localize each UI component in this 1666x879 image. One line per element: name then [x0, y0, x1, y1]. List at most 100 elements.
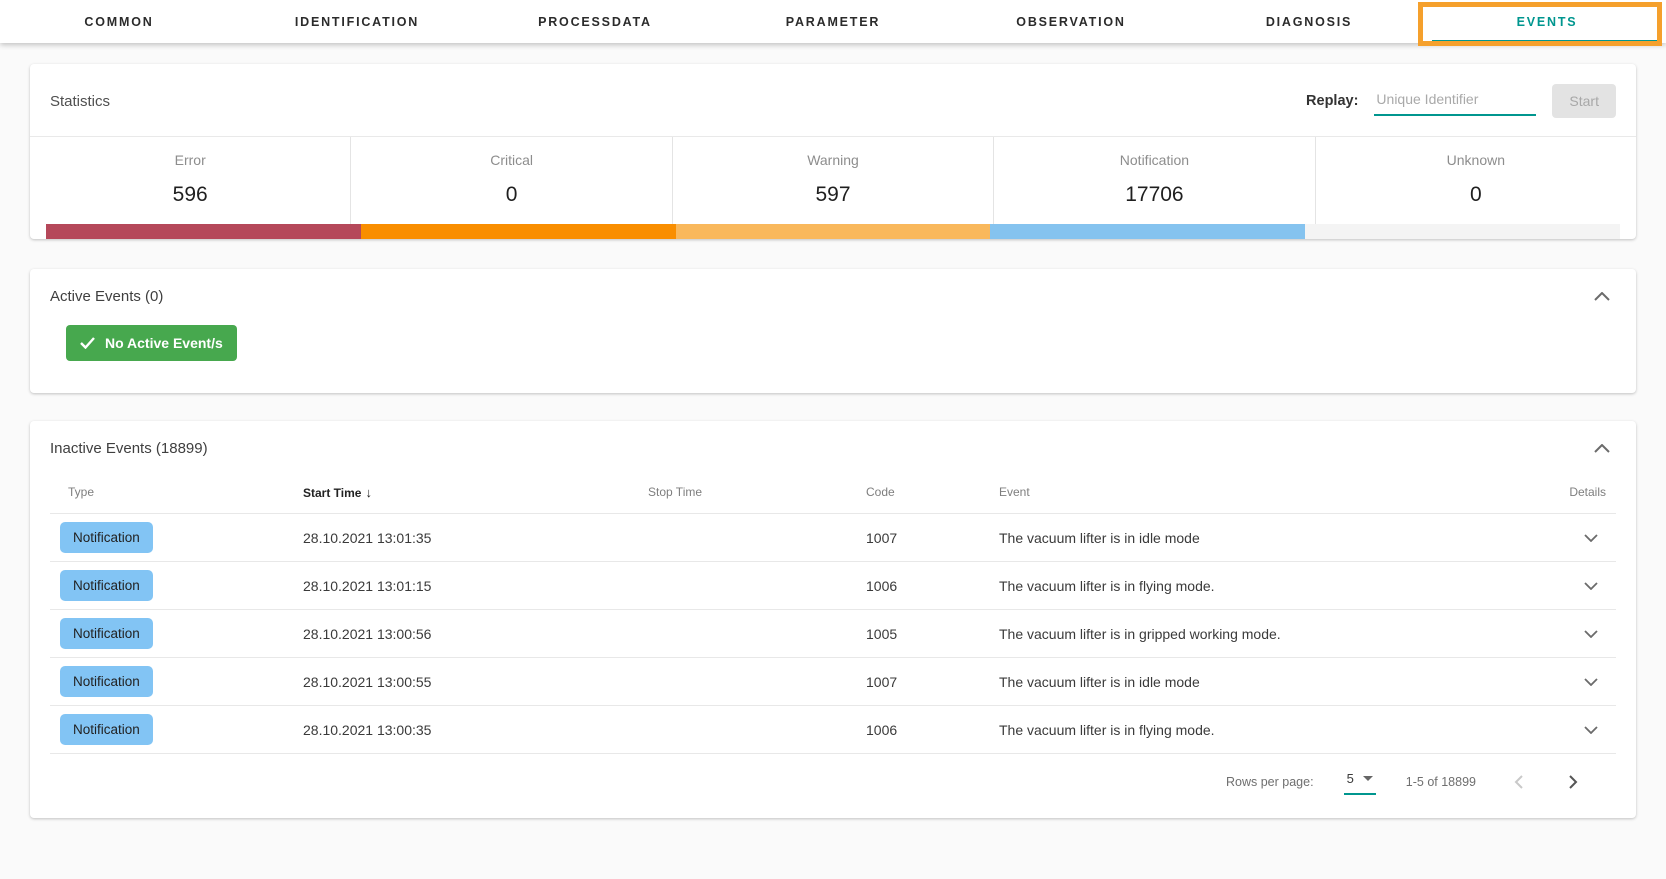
code-cell: 1007 [848, 530, 981, 546]
tab-bar: COMMON IDENTIFICATION PROCESSDATA PARAME… [0, 0, 1666, 43]
event-cell: The vacuum lifter is in flying mode. [981, 722, 1520, 738]
column-header-code[interactable]: Code [848, 485, 981, 499]
tab-processdata[interactable]: PROCESSDATA [476, 0, 714, 43]
code-cell: 1006 [848, 722, 981, 738]
tab-label: COMMON [84, 15, 153, 29]
details-chevron-down-icon[interactable] [1576, 722, 1606, 738]
statistics-title: Statistics [50, 93, 110, 110]
details-chevron-down-icon[interactable] [1576, 530, 1606, 546]
severity-segment-unknown [1305, 224, 1620, 239]
table-pagination: Rows per page: 5 1-5 of 18899 [50, 753, 1616, 812]
details-chevron-down-icon[interactable] [1576, 626, 1606, 642]
active-events-title: Active Events (0) [50, 288, 163, 305]
column-header-stop-time[interactable]: Stop Time [630, 485, 848, 499]
stat-value: 597 [815, 183, 850, 206]
tab-label: DIAGNOSIS [1266, 15, 1352, 29]
stat-value: 0 [1470, 183, 1482, 206]
event-cell: The vacuum lifter is in flying mode. [981, 578, 1520, 594]
table-row: Notification 28.10.2021 13:00:55 1007 Th… [50, 657, 1616, 705]
tab-events[interactable]: EVENTS [1428, 0, 1666, 43]
stat-label: Unknown [1316, 152, 1636, 168]
tab-diagnosis[interactable]: DIAGNOSIS [1190, 0, 1428, 43]
severity-segment-error [46, 224, 361, 239]
details-chevron-down-icon[interactable] [1576, 578, 1606, 594]
severity-segment-warning [676, 224, 991, 239]
column-header-start-time[interactable]: Start Time↓ [285, 485, 630, 500]
no-active-events-label: No Active Event/s [105, 335, 223, 351]
check-icon [80, 337, 95, 349]
stat-error: Error 596 [30, 137, 350, 224]
severity-segment-notification [990, 224, 1305, 239]
rows-per-page-value: 5 [1347, 771, 1354, 786]
replay-identifier-input[interactable] [1374, 87, 1536, 116]
collapse-chevron-up-icon[interactable] [1588, 440, 1616, 457]
statistics-panel: Statistics Replay: Start Error 596 Criti… [30, 64, 1636, 239]
rows-per-page-select[interactable]: 5 [1344, 769, 1376, 795]
stat-value: 596 [173, 183, 208, 206]
severity-segment-critical [361, 224, 676, 239]
event-cell: The vacuum lifter is in idle mode [981, 674, 1520, 690]
table-row: Notification 28.10.2021 13:01:15 1006 Th… [50, 561, 1616, 609]
replay-start-button[interactable]: Start [1552, 84, 1616, 118]
previous-page-button[interactable] [1506, 771, 1531, 793]
tab-label: IDENTIFICATION [295, 15, 419, 29]
stat-value: 17706 [1125, 183, 1183, 206]
collapse-chevron-up-icon[interactable] [1588, 288, 1616, 305]
type-badge: Notification [60, 570, 153, 601]
start-time-cell: 28.10.2021 13:01:15 [285, 578, 630, 594]
tab-label: PARAMETER [786, 15, 880, 29]
type-badge: Notification [60, 714, 153, 745]
stat-label: Error [30, 152, 350, 168]
code-cell: 1005 [848, 626, 981, 642]
column-header-details: Details [1520, 485, 1616, 499]
details-chevron-down-icon[interactable] [1576, 674, 1606, 690]
inactive-events-panel: Inactive Events (18899) Type Start Time↓… [30, 421, 1636, 818]
start-time-cell: 28.10.2021 13:01:35 [285, 530, 630, 546]
replay-controls: Replay: Start [1306, 84, 1616, 118]
start-time-cell: 28.10.2021 13:00:56 [285, 626, 630, 642]
inactive-events-title: Inactive Events (18899) [50, 440, 208, 457]
table-row: Notification 28.10.2021 13:01:35 1007 Th… [50, 513, 1616, 561]
tab-label: EVENTS [1517, 15, 1578, 29]
tab-label: OBSERVATION [1016, 15, 1125, 29]
severity-color-bar [46, 224, 1620, 239]
start-time-cell: 28.10.2021 13:00:55 [285, 674, 630, 690]
statistics-counters: Error 596 Critical 0 Warning 597 Notific… [30, 137, 1636, 224]
caret-down-icon [1363, 776, 1373, 781]
inactive-events-table: Type Start Time↓ Stop Time Code Event De… [30, 471, 1636, 812]
table-row: Notification 28.10.2021 13:00:56 1005 Th… [50, 609, 1616, 657]
table-row: Notification 28.10.2021 13:00:35 1006 Th… [50, 705, 1616, 753]
stat-value: 0 [506, 183, 518, 206]
type-badge: Notification [60, 522, 153, 553]
stat-label: Notification [994, 152, 1314, 168]
rows-per-page-label: Rows per page: [1226, 775, 1314, 789]
type-badge: Notification [60, 618, 153, 649]
page-range-label: 1-5 of 18899 [1406, 775, 1476, 789]
tab-label: PROCESSDATA [538, 15, 652, 29]
event-cell: The vacuum lifter is in idle mode [981, 530, 1520, 546]
stat-label: Warning [673, 152, 993, 168]
tab-common[interactable]: COMMON [0, 0, 238, 43]
type-badge: Notification [60, 666, 153, 697]
table-header-row: Type Start Time↓ Stop Time Code Event De… [50, 471, 1616, 513]
tab-parameter[interactable]: PARAMETER [714, 0, 952, 43]
event-cell: The vacuum lifter is in gripped working … [981, 626, 1520, 642]
stat-label: Critical [351, 152, 671, 168]
page-content: Statistics Replay: Start Error 596 Criti… [0, 43, 1666, 818]
sort-descending-icon: ↓ [365, 485, 372, 500]
tab-observation[interactable]: OBSERVATION [952, 0, 1190, 43]
code-cell: 1007 [848, 674, 981, 690]
active-tab-underline [1432, 40, 1660, 43]
stat-critical: Critical 0 [350, 137, 671, 224]
column-header-event[interactable]: Event [981, 485, 1520, 499]
tab-identification[interactable]: IDENTIFICATION [238, 0, 476, 43]
active-events-panel: Active Events (0) No Active Event/s [30, 269, 1636, 393]
stat-unknown: Unknown 0 [1315, 137, 1636, 224]
stat-notification: Notification 17706 [993, 137, 1314, 224]
stat-warning: Warning 597 [672, 137, 993, 224]
column-header-type[interactable]: Type [50, 485, 285, 499]
replay-label: Replay: [1306, 93, 1358, 109]
no-active-events-badge: No Active Event/s [66, 325, 237, 361]
start-time-cell: 28.10.2021 13:00:35 [285, 722, 630, 738]
next-page-button[interactable] [1561, 771, 1586, 793]
